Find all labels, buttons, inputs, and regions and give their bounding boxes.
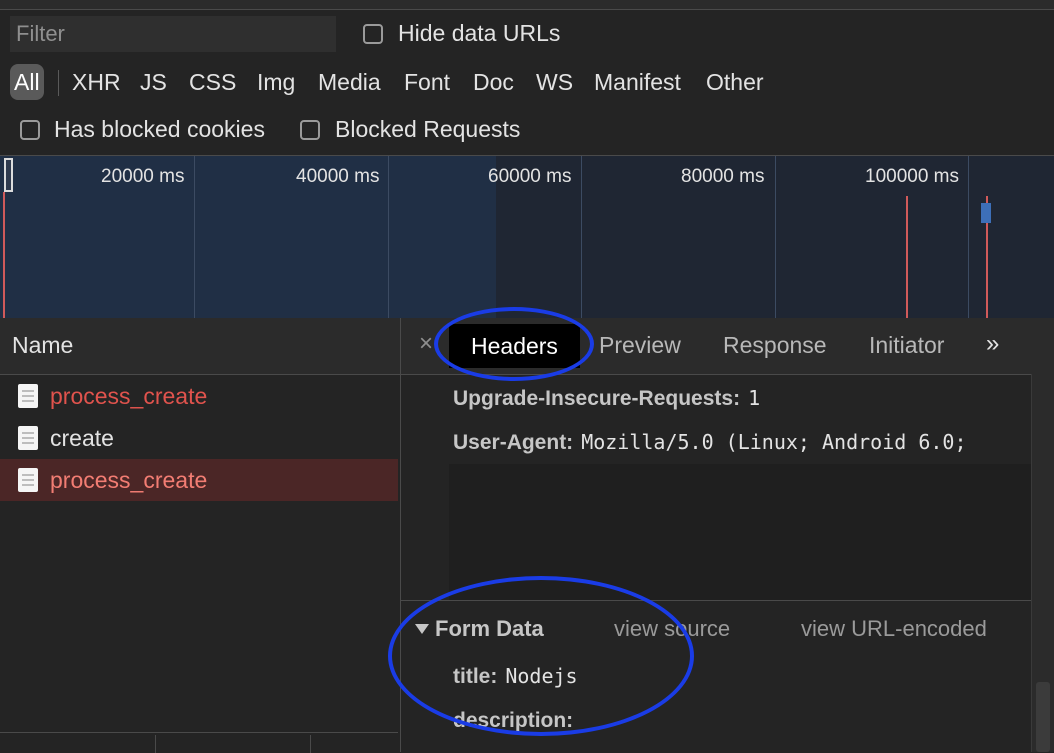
form-field-key: description: bbox=[453, 709, 574, 732]
request-header-row: User-Agent: Mozilla/5.0 (Linux; Android 6… bbox=[453, 430, 967, 455]
filter-media-button[interactable]: Media bbox=[318, 64, 381, 100]
overview-tick-label: 60000 ms bbox=[488, 166, 572, 187]
scrollbar-thumb[interactable] bbox=[1036, 682, 1050, 752]
overview-load-marker bbox=[906, 196, 908, 319]
filter-js-button[interactable]: JS bbox=[140, 64, 167, 100]
header-value-area bbox=[449, 464, 1031, 600]
request-row-selected[interactable]: process_create bbox=[0, 459, 398, 501]
form-field-value: Nodejs bbox=[505, 664, 578, 688]
overview-tick-label: 20000 ms bbox=[101, 166, 185, 187]
request-name: process_create bbox=[50, 383, 208, 409]
overview-gridline bbox=[581, 156, 582, 319]
tab-headers[interactable]: Headers bbox=[449, 324, 580, 368]
form-field-key: title: bbox=[453, 665, 498, 688]
name-column-label: Name bbox=[12, 332, 74, 358]
hide-data-urls-checkbox[interactable] bbox=[363, 24, 383, 44]
expand-triangle-icon bbox=[415, 624, 429, 634]
overview-request-bar bbox=[981, 203, 991, 223]
filter-xhr-button[interactable]: XHR bbox=[72, 64, 121, 100]
blocked-filters: Has blocked cookies Blocked Requests bbox=[0, 106, 1054, 154]
has-blocked-cookies-checkbox[interactable] bbox=[20, 120, 40, 140]
filter-doc-button[interactable]: Doc bbox=[473, 64, 514, 100]
request-name: create bbox=[50, 425, 114, 451]
tab-response[interactable]: Response bbox=[723, 332, 827, 359]
overview-tick-label: 40000 ms bbox=[296, 166, 380, 187]
section-divider bbox=[401, 600, 1031, 601]
filter-img-button[interactable]: Img bbox=[257, 64, 295, 100]
filter-manifest-button[interactable]: Manifest bbox=[594, 64, 681, 100]
overview-gridline bbox=[968, 156, 969, 319]
form-data-title: Form Data bbox=[435, 616, 544, 641]
resource-type-filters: All XHR JS CSS Img Media Font Doc WS Man… bbox=[0, 58, 1054, 106]
blocked-requests-label: Blocked Requests bbox=[335, 116, 521, 142]
tab-initiator[interactable]: Initiator bbox=[869, 332, 944, 359]
tab-preview[interactable]: Preview bbox=[599, 332, 681, 359]
form-data-row: title: Nodejs bbox=[453, 664, 578, 689]
request-row[interactable]: create bbox=[0, 417, 398, 459]
overview-gridline bbox=[194, 156, 195, 319]
name-column-header[interactable]: Name bbox=[0, 318, 400, 375]
filter-row: Hide data URLs bbox=[0, 10, 1054, 58]
filter-all-button[interactable]: All bbox=[10, 64, 44, 100]
overview-gridline bbox=[775, 156, 776, 319]
more-tabs-icon[interactable]: » bbox=[986, 330, 999, 358]
document-icon bbox=[18, 426, 38, 450]
filter-separator bbox=[58, 70, 59, 96]
footer-separator bbox=[155, 735, 156, 753]
header-key: User-Agent: bbox=[453, 431, 574, 454]
request-details: × Headers Preview Response Initiator » U… bbox=[401, 318, 1054, 752]
overview-tick-label: 100000 ms bbox=[865, 166, 960, 187]
document-icon bbox=[18, 384, 38, 408]
overview-gridline bbox=[388, 156, 389, 319]
request-name: process_create bbox=[50, 467, 208, 493]
form-data-row: description: bbox=[453, 708, 581, 733]
request-list-footer bbox=[0, 732, 398, 753]
overview-load-marker bbox=[3, 192, 5, 319]
header-value: 1 bbox=[748, 386, 761, 410]
timeline-overview[interactable]: 20000 ms 40000 ms 60000 ms 80000 ms 1000… bbox=[0, 155, 1054, 320]
close-icon[interactable]: × bbox=[419, 330, 433, 358]
has-blocked-cookies-label: Has blocked cookies bbox=[54, 116, 265, 142]
filter-ws-button[interactable]: WS bbox=[536, 64, 573, 100]
filter-input[interactable] bbox=[10, 16, 336, 52]
hide-data-urls-label: Hide data URLs bbox=[398, 20, 561, 46]
request-list: Name process_create create process_creat… bbox=[0, 318, 401, 753]
header-key: Upgrade-Insecure-Requests: bbox=[453, 387, 741, 410]
view-source-link[interactable]: view source bbox=[614, 616, 730, 642]
details-scrollbar[interactable] bbox=[1031, 374, 1054, 752]
details-tabbar: × Headers Preview Response Initiator » bbox=[401, 318, 1054, 375]
filter-other-button[interactable]: Other bbox=[706, 64, 764, 100]
view-url-encoded-link[interactable]: view URL-encoded bbox=[801, 616, 987, 642]
request-row[interactable]: process_create bbox=[0, 375, 398, 417]
overview-drag-handle[interactable] bbox=[4, 158, 13, 192]
filter-font-button[interactable]: Font bbox=[404, 64, 450, 100]
document-icon bbox=[18, 468, 38, 492]
request-header-row: Upgrade-Insecure-Requests: 1 bbox=[453, 386, 760, 411]
overview-tick-label: 80000 ms bbox=[681, 166, 765, 187]
top-edge bbox=[0, 0, 1054, 10]
filter-css-button[interactable]: CSS bbox=[189, 64, 236, 100]
form-data-section-toggle[interactable]: Form Data bbox=[415, 616, 544, 642]
footer-separator bbox=[310, 735, 311, 753]
header-value: Mozilla/5.0 (Linux; Android 6.0; bbox=[581, 430, 967, 454]
blocked-requests-checkbox[interactable] bbox=[300, 120, 320, 140]
